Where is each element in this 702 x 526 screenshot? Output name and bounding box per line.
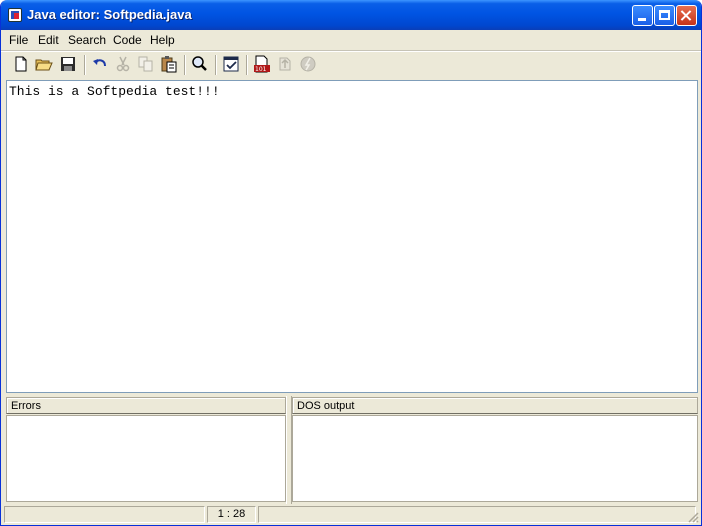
toolbar-separator: [246, 55, 248, 75]
errors-list[interactable]: [6, 415, 286, 502]
cursor-position: 1 : 28: [207, 506, 256, 523]
menu-code[interactable]: Code: [109, 32, 146, 48]
paste-button[interactable]: [159, 54, 179, 74]
menu-file[interactable]: File: [5, 32, 32, 48]
resize-grip-icon[interactable]: [687, 511, 699, 523]
code-editor[interactable]: This is a Softpedia test!!!: [6, 80, 698, 393]
cut-icon: [116, 56, 130, 72]
status-panel-message: [4, 506, 205, 523]
cut-button[interactable]: [113, 54, 133, 74]
status-bar: 1 : 28: [1, 504, 701, 525]
minimize-button[interactable]: [632, 5, 653, 26]
minimize-icon: [638, 18, 646, 21]
toolbar-separator: [84, 55, 86, 75]
paste-icon: [161, 56, 177, 73]
build-button[interactable]: [275, 54, 295, 74]
compile-button[interactable]: 101: [252, 54, 272, 74]
open-folder-icon: [35, 59, 53, 71]
copy-icon: [138, 56, 153, 72]
run-icon: [300, 56, 316, 72]
menu-search[interactable]: Search: [64, 32, 110, 48]
compile-icon: 101: [254, 55, 270, 73]
save-button[interactable]: [58, 54, 78, 74]
errors-panel-header: Errors: [6, 397, 286, 414]
open-button[interactable]: [34, 54, 54, 74]
find-icon: [192, 56, 207, 71]
dos-output-area[interactable]: [292, 415, 698, 502]
window-title: Java editor: Softpedia.java: [27, 7, 192, 22]
toolbar-separator: [184, 55, 186, 75]
close-button[interactable]: [676, 5, 697, 26]
title-bar[interactable]: Java editor: Softpedia.java: [1, 0, 701, 30]
menu-edit[interactable]: Edit: [34, 32, 63, 48]
menu-bar: File Edit Search Code Help: [1, 30, 701, 50]
java-editor-app-icon[interactable]: [8, 8, 22, 22]
status-panel-info: [258, 506, 696, 523]
app-window: Java editor: Softpedia.java File Edit Se…: [0, 0, 702, 526]
check-syntax-icon: [223, 56, 239, 72]
find-button[interactable]: [190, 54, 210, 74]
run-button[interactable]: [298, 54, 318, 74]
check-syntax-button[interactable]: [221, 54, 241, 74]
save-icon: [61, 57, 75, 71]
maximize-icon: [659, 10, 670, 20]
build-icon: [279, 57, 291, 71]
undo-button[interactable]: [90, 54, 110, 74]
copy-button[interactable]: [136, 54, 156, 74]
close-icon: [677, 6, 696, 25]
svg-text:101: 101: [255, 66, 267, 73]
menu-help[interactable]: Help: [146, 32, 179, 48]
new-file-button[interactable]: [11, 54, 31, 74]
toolbar: 101: [1, 52, 701, 79]
toolbar-separator: [215, 55, 217, 75]
new-file-icon: [15, 56, 27, 72]
dos-output-panel-header: DOS output: [292, 397, 698, 414]
maximize-button[interactable]: [654, 5, 675, 26]
undo-icon: [93, 59, 106, 67]
